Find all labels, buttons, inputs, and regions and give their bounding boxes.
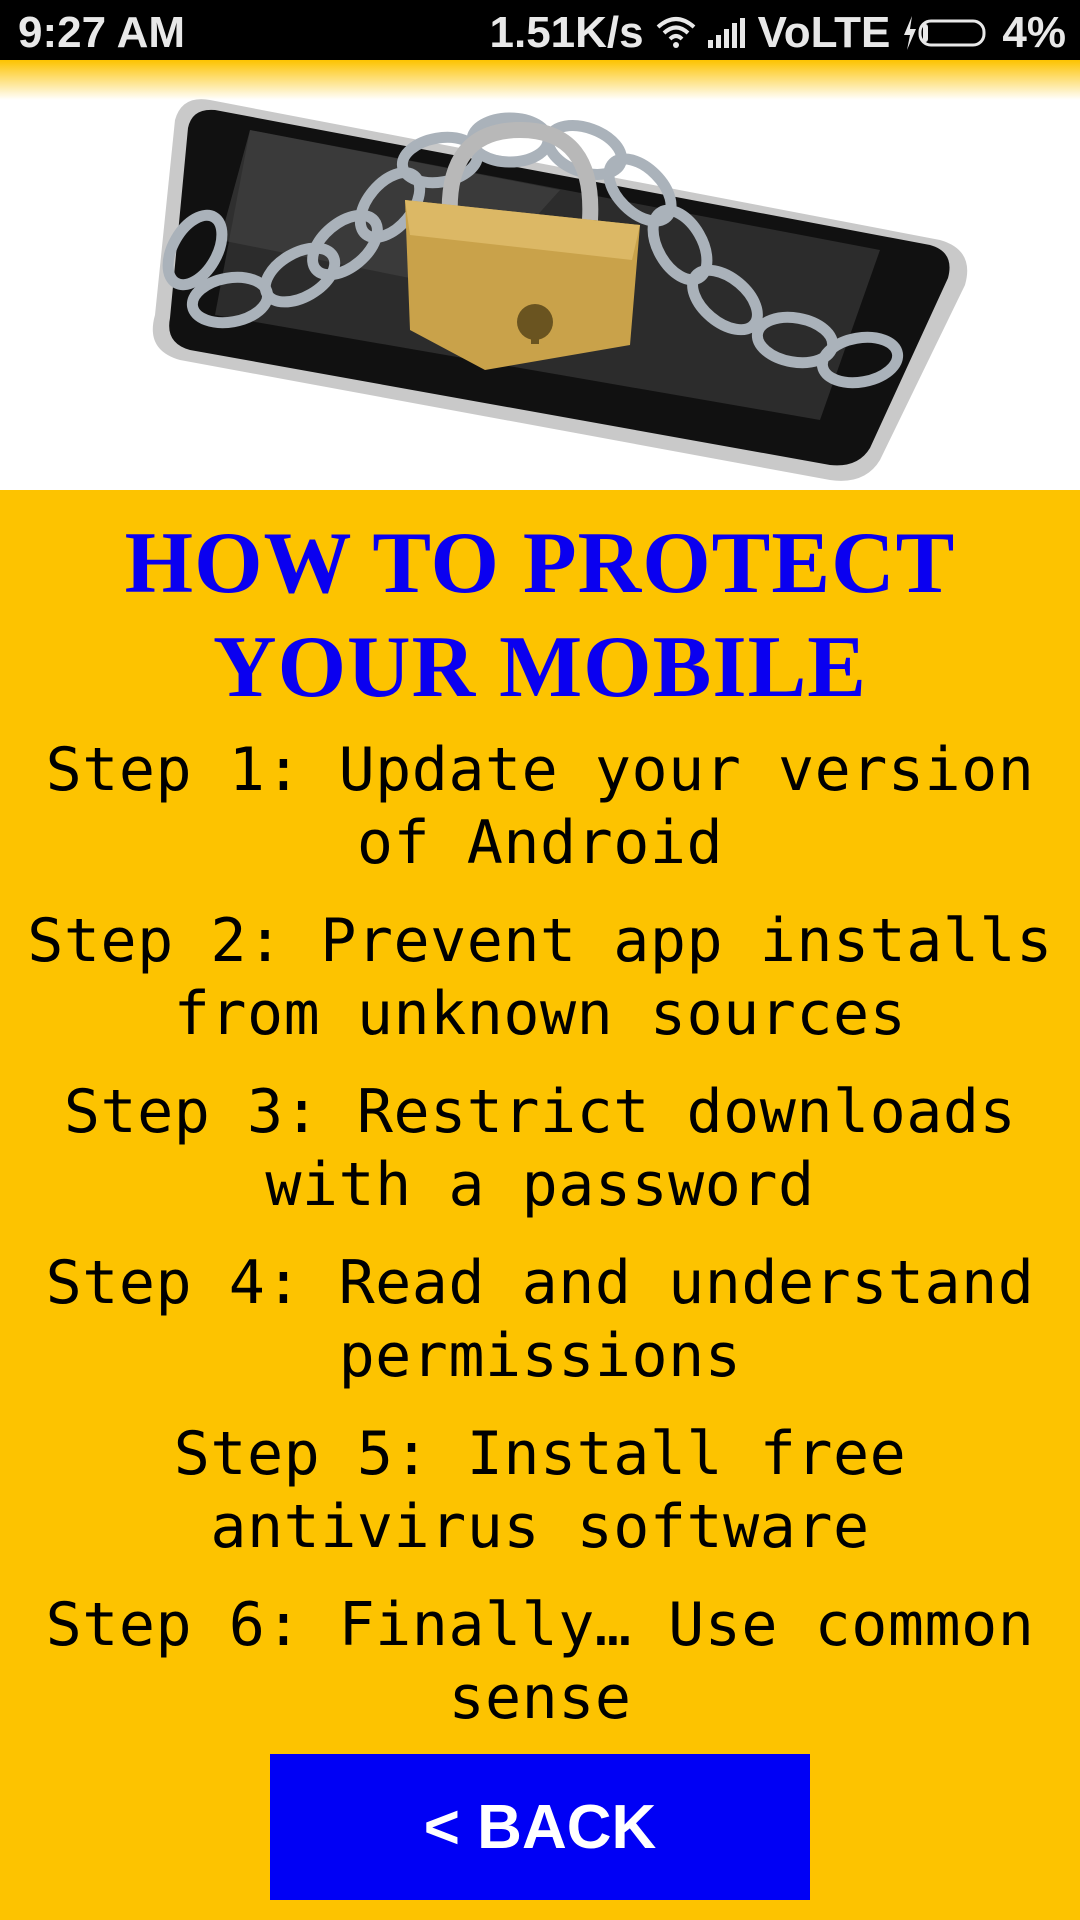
network-type: VoLTE xyxy=(757,8,891,57)
step-4: Step 4: Read and understand permissions xyxy=(45,1248,1035,1391)
step-6: Step 6: Finally… Use common sense xyxy=(45,1590,1035,1733)
step-1: Step 1: Update your version of Android xyxy=(45,735,1035,878)
hero-image xyxy=(0,60,1080,490)
status-icons: 1.51K/s VoLTE 4% xyxy=(490,8,1067,58)
locked-phone-illustration xyxy=(152,99,968,481)
wifi-icon xyxy=(656,15,696,51)
status-time: 9:27 AM xyxy=(18,8,186,57)
battery-icon xyxy=(918,18,990,48)
main-content: HOW TO PROTECT YOUR MOBILE Step 1: Updat… xyxy=(0,490,1080,1920)
network-speed: 1.51K/s xyxy=(489,8,644,57)
status-bar: 9:27 AM 1.51K/s VoLTE 4% xyxy=(0,0,1080,60)
signal-icon xyxy=(707,18,746,48)
charging-icon xyxy=(902,16,918,50)
step-3: Step 3: Restrict downloads with a passwo… xyxy=(63,1077,1017,1220)
battery-indicator xyxy=(902,16,990,50)
steps-list: Step 1: Update your version of Android S… xyxy=(0,734,1080,1735)
battery-percent: 4% xyxy=(1002,8,1066,57)
back-button[interactable]: < BACK xyxy=(270,1754,810,1900)
page-title: HOW TO PROTECT YOUR MOBILE xyxy=(124,515,956,716)
step-5: Step 5: Install free antivirus software xyxy=(173,1419,907,1562)
step-2: Step 2: Prevent app installs from unknow… xyxy=(27,906,1053,1049)
hero-top-fade xyxy=(0,60,1080,100)
